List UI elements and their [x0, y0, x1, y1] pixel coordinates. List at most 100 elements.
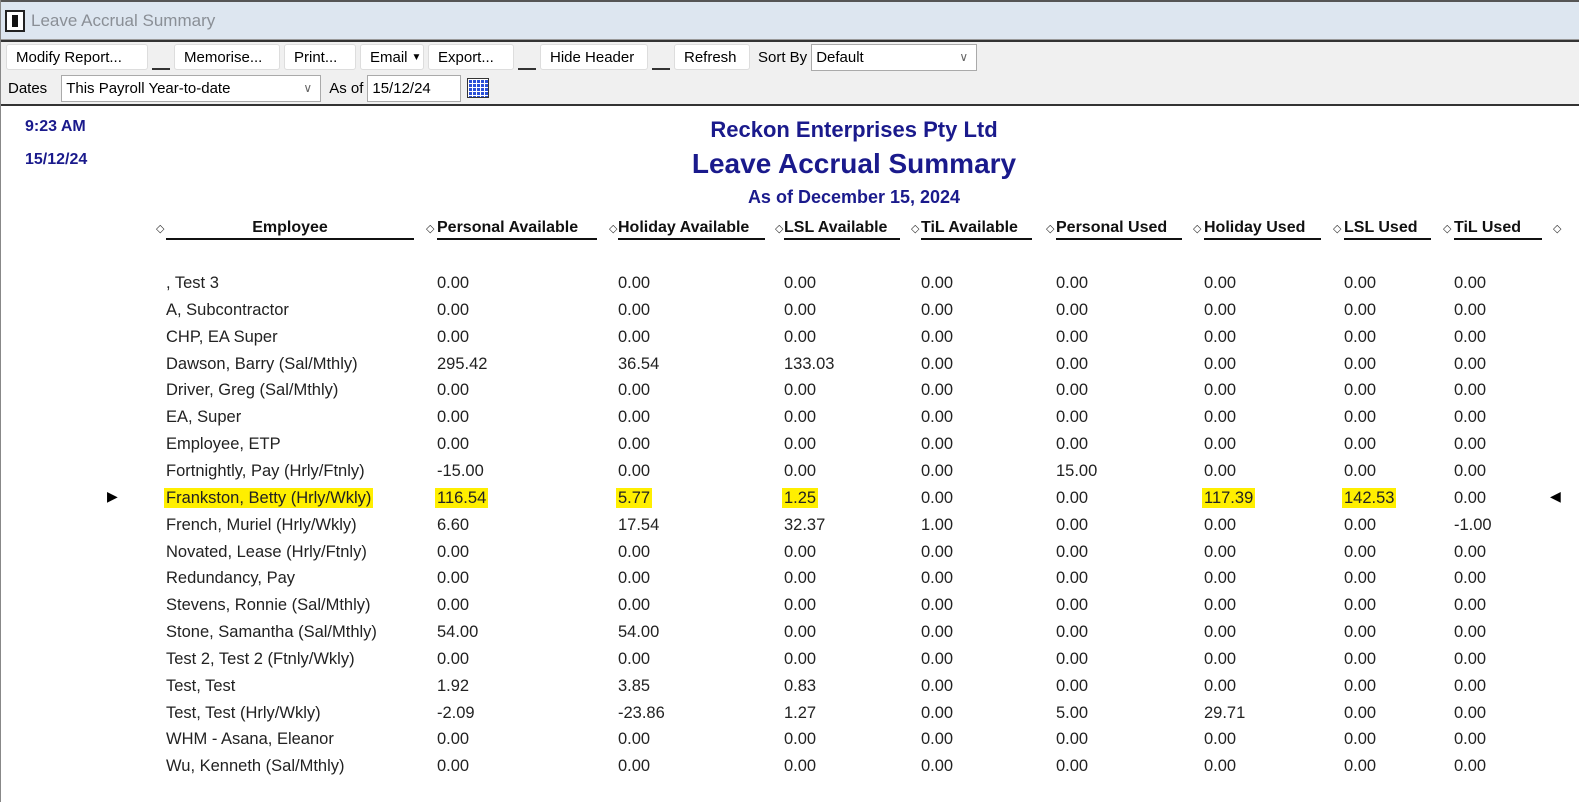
value-cell[interactable]: 0.00: [782, 461, 818, 481]
value-cell[interactable]: 295.42: [435, 354, 489, 374]
employee-name-cell[interactable]: Test, Test (Hrly/Wkly): [164, 703, 323, 723]
column-resize-handle[interactable]: ◇: [1046, 222, 1054, 235]
value-cell[interactable]: 0.00: [1202, 622, 1238, 642]
column-resize-handle[interactable]: ◇: [1333, 222, 1341, 235]
value-cell[interactable]: 0.00: [1054, 568, 1090, 588]
employee-name-cell[interactable]: , Test 3: [164, 273, 221, 293]
value-cell[interactable]: 54.00: [435, 622, 480, 642]
value-cell[interactable]: 0.00: [782, 729, 818, 749]
value-cell[interactable]: 0.00: [1202, 354, 1238, 374]
employee-name-cell[interactable]: Fortnightly, Pay (Hrly/Ftnly): [164, 461, 367, 481]
column-resize-handle[interactable]: ◇: [775, 222, 783, 235]
value-cell[interactable]: 0.00: [1054, 649, 1090, 669]
employee-name-cell[interactable]: Wu, Kenneth (Sal/Mthly): [164, 756, 347, 776]
column-header[interactable]: Personal Used: [1056, 219, 1182, 240]
value-cell[interactable]: 0.00: [616, 649, 652, 669]
value-cell[interactable]: 0.00: [1452, 273, 1488, 293]
column-header[interactable]: Employee: [166, 219, 414, 240]
employee-name-cell[interactable]: Test 2, Test 2 (Ftnly/Wkly): [164, 649, 357, 669]
value-cell[interactable]: 0.00: [1342, 380, 1378, 400]
value-cell[interactable]: 0.00: [435, 434, 471, 454]
value-cell[interactable]: 0.00: [1452, 434, 1488, 454]
column-resize-handle[interactable]: ◇: [1193, 222, 1201, 235]
value-cell[interactable]: 0.00: [1452, 354, 1488, 374]
value-cell[interactable]: 0.00: [1202, 595, 1238, 615]
value-cell[interactable]: 0.00: [1342, 729, 1378, 749]
value-cell[interactable]: 0.00: [435, 729, 471, 749]
value-cell[interactable]: 0.00: [1054, 729, 1090, 749]
value-cell[interactable]: -15.00: [435, 461, 486, 481]
as-of-date-input[interactable]: 15/12/24: [367, 74, 462, 102]
value-cell[interactable]: 0.00: [616, 300, 652, 320]
value-cell[interactable]: 0.00: [919, 676, 955, 696]
column-resize-handle[interactable]: ◇: [609, 222, 617, 235]
column-resize-handle[interactable]: ◇: [426, 222, 434, 235]
value-cell[interactable]: 0.00: [782, 756, 818, 776]
value-cell[interactable]: 0.00: [919, 461, 955, 481]
value-cell[interactable]: 0.00: [616, 756, 652, 776]
dates-select[interactable]: This Payroll Year-to-date ∨: [61, 74, 322, 102]
value-cell[interactable]: 0.00: [919, 756, 955, 776]
employee-name-cell[interactable]: Novated, Lease (Hrly/Ftnly): [164, 542, 369, 562]
value-cell[interactable]: 0.00: [1202, 568, 1238, 588]
value-cell[interactable]: 117.39: [1202, 487, 1256, 508]
value-cell[interactable]: 0.00: [1452, 622, 1488, 642]
value-cell[interactable]: 1.25: [782, 487, 819, 508]
value-cell[interactable]: 0.00: [1452, 327, 1488, 347]
value-cell[interactable]: 0.00: [1202, 327, 1238, 347]
value-cell[interactable]: 5.00: [1054, 703, 1090, 723]
employee-name-cell[interactable]: Test, Test: [164, 676, 237, 696]
sort-by-select[interactable]: Default ∨: [811, 43, 978, 71]
value-cell[interactable]: 0.00: [919, 568, 955, 588]
value-cell[interactable]: 0.00: [616, 595, 652, 615]
value-cell[interactable]: 0.00: [1202, 273, 1238, 293]
email-button[interactable]: Email ▼: [360, 44, 424, 70]
employee-name-cell[interactable]: Frankston, Betty (Hrly/Wkly): [164, 487, 374, 508]
column-resize-handle[interactable]: ◇: [1443, 222, 1451, 235]
value-cell[interactable]: 0.00: [1202, 649, 1238, 669]
value-cell[interactable]: 0.00: [1202, 515, 1238, 535]
employee-name-cell[interactable]: Redundancy, Pay: [164, 568, 297, 588]
value-cell[interactable]: 0.00: [1452, 300, 1488, 320]
employee-name-cell[interactable]: Dawson, Barry (Sal/Mthly): [164, 354, 360, 374]
value-cell[interactable]: 0.00: [782, 380, 818, 400]
value-cell[interactable]: 0.00: [1054, 300, 1090, 320]
refresh-button[interactable]: Refresh: [674, 44, 750, 70]
value-cell[interactable]: 0.00: [1202, 542, 1238, 562]
value-cell[interactable]: 0.00: [919, 354, 955, 374]
employee-name-cell[interactable]: CHP, EA Super: [164, 327, 280, 347]
column-header[interactable]: Personal Available: [437, 219, 597, 240]
value-cell[interactable]: 0.00: [782, 300, 818, 320]
value-cell[interactable]: 0.00: [1342, 703, 1378, 723]
value-cell[interactable]: 0.00: [919, 649, 955, 669]
value-cell[interactable]: 0.00: [1202, 380, 1238, 400]
value-cell[interactable]: 0.00: [616, 461, 652, 481]
value-cell[interactable]: 0.00: [782, 568, 818, 588]
value-cell[interactable]: 0.00: [1342, 676, 1378, 696]
value-cell[interactable]: 0.00: [1452, 542, 1488, 562]
value-cell[interactable]: 5.77: [616, 487, 653, 508]
value-cell[interactable]: 0.00: [435, 568, 471, 588]
value-cell[interactable]: 0.00: [1342, 327, 1378, 347]
employee-name-cell[interactable]: Stevens, Ronnie (Sal/Mthly): [164, 595, 373, 615]
value-cell[interactable]: 0.00: [919, 380, 955, 400]
value-cell[interactable]: 0.00: [1452, 488, 1488, 508]
value-cell[interactable]: 116.54: [435, 487, 489, 508]
value-cell[interactable]: 0.00: [616, 568, 652, 588]
value-cell[interactable]: 0.00: [1452, 756, 1488, 776]
value-cell[interactable]: 0.00: [782, 407, 818, 427]
value-cell[interactable]: 0.00: [782, 595, 818, 615]
column-resize-handle[interactable]: ◇: [1553, 222, 1561, 235]
value-cell[interactable]: 0.00: [435, 300, 471, 320]
value-cell[interactable]: 0.00: [1342, 300, 1378, 320]
column-resize-handle[interactable]: ◇: [156, 222, 164, 235]
value-cell[interactable]: 0.00: [1054, 434, 1090, 454]
value-cell[interactable]: 0.00: [782, 434, 818, 454]
value-cell[interactable]: 1.27: [782, 703, 818, 723]
value-cell[interactable]: 0.00: [1054, 273, 1090, 293]
value-cell[interactable]: 0.00: [1342, 407, 1378, 427]
value-cell[interactable]: 0.00: [782, 542, 818, 562]
value-cell[interactable]: 0.00: [1452, 649, 1488, 669]
value-cell[interactable]: 0.00: [616, 380, 652, 400]
value-cell[interactable]: 0.00: [1054, 756, 1090, 776]
